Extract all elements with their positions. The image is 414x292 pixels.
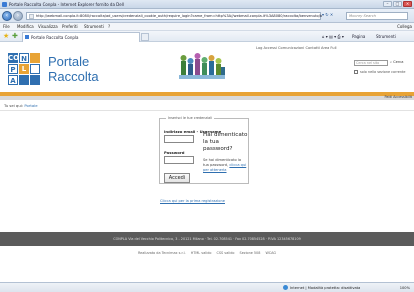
site-search-placeholder: Cerca nel sito xyxy=(356,61,380,65)
web-page: CO N P L A Portale Raccolta Log Accessi … xyxy=(0,42,414,282)
logo-cell xyxy=(30,75,40,85)
favorites-tab-bar: ★ ✚ Portale Raccolta Conpla ⌂ ▾ ▤ ▾ ⎙ ▾ … xyxy=(0,31,414,42)
only-section-option[interactable]: solo nella sezione corrente xyxy=(354,70,405,74)
address-field[interactable]: http://webmail.conpla.it:8080/raccolta/a… xyxy=(26,12,323,20)
breadcrumb: Tu sei qui: Portale xyxy=(4,103,38,108)
site-search-input[interactable]: Cerca nel sito xyxy=(354,60,388,66)
site-footer: CONPLA Via del Vecchio Politecnico, 3 - … xyxy=(0,232,414,246)
logo-cell: L xyxy=(19,64,29,74)
gray-banner xyxy=(0,96,414,100)
credit-wcag[interactable]: WCAG xyxy=(265,251,276,255)
menu-help[interactable]: ? xyxy=(108,24,110,29)
maximize-button[interactable]: □ xyxy=(393,1,402,7)
logo-cell xyxy=(30,53,40,63)
browser-search-placeholder: Moonry Search xyxy=(349,14,376,18)
home-feeds-print-icons[interactable]: ⌂ ▾ ▤ ▾ ⎙ ▾ xyxy=(322,34,344,39)
logo-cell xyxy=(19,75,29,85)
first-registration-link[interactable]: Clicca qui per la prima registrazione xyxy=(160,199,225,203)
menu-visualizza[interactable]: Visualizza xyxy=(38,24,58,29)
credit-html[interactable]: HTML valido xyxy=(191,251,212,255)
menu-bar: File Modifica Visualizza Preferiti Strum… xyxy=(0,23,414,31)
login-form: Inserisci le tue credenziali Indirizzo e… xyxy=(159,116,249,184)
conpla-logo[interactable]: CO N P L A xyxy=(8,53,40,85)
browser-status-bar: Internet | Modalità protetta: disattivat… xyxy=(0,282,414,292)
menu-modifica[interactable]: Modifica xyxy=(17,24,34,29)
window-controls: – □ × xyxy=(383,1,412,7)
browser-search-input[interactable]: Moonry Search xyxy=(346,12,408,20)
footer-credits: Realizzato da Tecnimax s.r.l. HTML valid… xyxy=(0,251,414,255)
logo-cell: CO xyxy=(8,53,20,63)
site-brand: Portale Raccolta xyxy=(48,54,99,84)
address-text: http://webmail.conpla.it:8080/raccolta/a… xyxy=(36,14,323,18)
status-text: Internet | Modalità protetta: disattivat… xyxy=(290,286,361,290)
logo-cell: P xyxy=(8,64,18,74)
breadcrumb-current[interactable]: Portale xyxy=(24,103,37,108)
top-links[interactable]: Log Accessi Comunicazioni Contatti Area … xyxy=(256,46,337,50)
content-divider xyxy=(0,110,414,111)
page-menu[interactable]: Pagina xyxy=(352,34,365,39)
credit-508[interactable]: Sezione 508 xyxy=(240,251,261,255)
login-submit-button[interactable]: Accedi xyxy=(164,173,190,183)
menu-strumenti[interactable]: Strumenti xyxy=(84,24,104,29)
email-field[interactable] xyxy=(164,135,194,143)
search-icon: ⌕ xyxy=(390,60,393,64)
logo-cell: A xyxy=(8,75,18,85)
utility-links[interactable]: Patti Accessibilit xyxy=(384,95,412,99)
address-toolbar: ‹ › http://webmail.conpla.it:8080/raccol… xyxy=(0,9,414,23)
credit-css[interactable]: CSS valido xyxy=(217,251,235,255)
logo-cell xyxy=(30,64,40,74)
tab-label: Portale Raccolta Conpla xyxy=(31,35,79,40)
recycling-figures-illustration xyxy=(179,53,225,79)
window-title: Portale Raccolta Conpla - Internet Explo… xyxy=(9,2,124,7)
tab-portale-raccolta[interactable]: Portale Raccolta Conpla xyxy=(22,32,140,42)
internet-zone-icon xyxy=(283,285,288,290)
menu-collega[interactable]: Collega xyxy=(397,24,412,29)
site-search-button-label: Cerca xyxy=(393,60,404,64)
only-section-checkbox[interactable] xyxy=(354,70,358,74)
brand-line-1: Portale xyxy=(48,54,90,69)
page-icon xyxy=(29,14,34,19)
menu-preferiti[interactable]: Preferiti xyxy=(62,24,78,29)
forgot-password-help: Se hai dimenticato la tua password, clic… xyxy=(203,158,248,173)
forward-button[interactable]: › xyxy=(13,11,23,21)
minimize-button[interactable]: – xyxy=(383,1,392,7)
arrow-right-icon: › xyxy=(16,12,20,19)
footer-address: CONPLA Via del Vecchio Politecnico, 3 - … xyxy=(113,237,301,241)
menu-file[interactable]: File xyxy=(3,24,10,29)
close-button[interactable]: × xyxy=(403,1,412,7)
tab-page-icon xyxy=(25,35,29,39)
refresh-stop-icons[interactable]: ▾ ↻ ✕ xyxy=(322,12,344,20)
logo-cell: N xyxy=(19,53,29,63)
arrow-left-icon: ‹ xyxy=(5,12,9,19)
back-button[interactable]: ‹ xyxy=(2,11,12,21)
forgot-password-title: Hai dimenticato la tua password? xyxy=(203,132,248,152)
breadcrumb-prefix: Tu sei qui: xyxy=(4,103,24,108)
password-field[interactable] xyxy=(164,156,194,164)
browser-app-icon xyxy=(2,2,7,7)
new-tab-button[interactable] xyxy=(141,33,149,41)
window-titlebar: Portale Raccolta Conpla - Internet Explo… xyxy=(0,0,414,9)
brand-line-2: Raccolta xyxy=(48,69,99,84)
password-label: Password xyxy=(164,150,185,155)
zoom-level[interactable]: 100% xyxy=(400,286,410,290)
site-search-button[interactable]: ⌕ Cerca xyxy=(390,60,403,64)
credit-author[interactable]: Realizzato da Tecnimax s.r.l. xyxy=(138,251,186,255)
favorites-star-icon[interactable]: ★ xyxy=(3,33,9,40)
login-legend: Inserisci le tue credenziali xyxy=(166,116,215,120)
add-favorite-icon[interactable]: ✚ xyxy=(12,33,18,40)
only-section-label: solo nella sezione corrente xyxy=(360,70,406,74)
tools-menu[interactable]: Strumenti xyxy=(376,34,396,39)
